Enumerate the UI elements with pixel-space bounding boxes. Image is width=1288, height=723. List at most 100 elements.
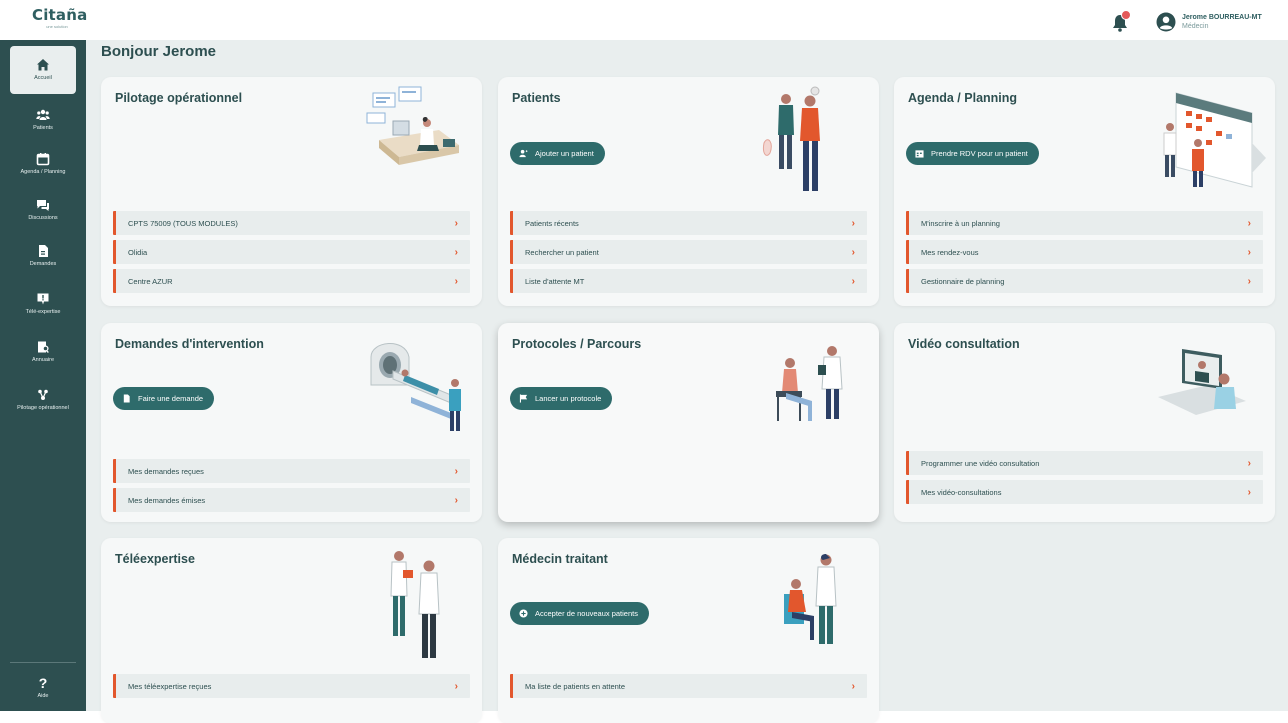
calendar-icon [36,153,50,166]
card-demandes: Demandes d'intervention Faire une demand… [101,323,482,522]
card-protocoles: Protocoles / Parcours Lancer un protocol… [498,323,879,522]
link-rechercher-patient[interactable]: Rechercher un patient › [510,240,867,264]
video-call-illustration-icon [1158,349,1246,415]
link-liste-attente-mt[interactable]: Liste d'attente MT › [510,269,867,293]
link-list: Mes téléexpertise reçues › [113,674,470,703]
sidebar-item-pilotage[interactable]: Pilotage opérationnel [10,376,76,424]
main-content: Bonjour Jerome Pilotage opérationnel CPT… [86,40,1288,723]
card-title: Protocoles / Parcours [512,337,642,351]
chevron-right-icon: › [851,680,855,692]
link-list: Ma liste de patients en attente › [510,674,867,703]
link-label: Mes demandes reçues [128,466,204,476]
help-icon: ? [38,675,48,691]
document-icon [123,394,130,403]
directory-icon [38,341,49,353]
card-title: Vidéo consultation [908,337,1020,351]
sidebar-item-demandes[interactable]: Demandes [10,232,76,280]
patients-illustration-icon [763,86,820,191]
link-label: Patients récents [525,218,579,228]
link-demandes-emises[interactable]: Mes demandes émises › [113,488,470,512]
card-title: Médecin traitant [512,552,608,566]
notification-button[interactable] [1112,10,1131,32]
link-mes-video-consultations[interactable]: Mes vidéo-consultations › [906,480,1263,504]
launch-protocol-button[interactable]: Lancer un protocole [510,387,613,410]
sidebar-item-accueil[interactable]: Accueil [10,46,76,94]
make-request-button[interactable]: Faire une demande [113,387,215,410]
link-cpts[interactable]: CPTS 75009 (TOUS MODULES) › [113,211,470,235]
link-olidia[interactable]: Olidia › [113,240,470,264]
link-patients-recents[interactable]: Patients récents › [510,211,867,235]
link-mes-rendez-vous[interactable]: Mes rendez-vous › [906,240,1263,264]
sidebar-item-label: Patients [33,125,53,131]
sidebar-item-discussions[interactable]: Discussions [10,186,76,234]
consultation-illustration-icon [776,346,843,421]
chevron-right-icon: › [1247,457,1251,469]
chat-icon [37,200,49,211]
card-title: Téléexpertise [115,552,195,566]
sidebar-item-agenda[interactable]: Agenda / Planning [10,140,76,188]
calendar-icon [915,150,924,158]
link-programmer-video[interactable]: Programmer une vidéo consultation › [906,451,1263,475]
patients-icon [36,109,50,120]
sidebar-item-teleexpertise[interactable]: Télé-expertise [10,280,76,328]
card-title: Patients [512,91,561,105]
document-icon [39,245,48,257]
chevron-right-icon: › [454,217,458,229]
link-label: M'inscrire à un planning [921,218,1000,228]
user-menu[interactable]: Jerome BOURREAU-MT Médecin [1156,10,1262,34]
link-label: Mes rendez-vous [921,247,979,257]
card-teleexpertise: Téléexpertise Mes téléexpertise reçues › [101,538,482,723]
user-avatar-icon [1156,12,1176,32]
sidebar: Accueil Patients Agenda / Planning Discu… [0,40,86,711]
chevron-right-icon: › [454,680,458,692]
add-patient-button[interactable]: Ajouter un patient [510,142,605,165]
logo-subtext: une solution [46,24,68,29]
doctors-illustration-icon [390,551,440,658]
card-patients: Patients Ajouter un patient Patients réc… [498,77,879,306]
card-agenda: Agenda / Planning Prendre RDV pour un pa… [894,77,1275,306]
book-appointment-button[interactable]: Prendre RDV pour un patient [906,142,1039,165]
link-teleexpertise-recues[interactable]: Mes téléexpertise reçues › [113,674,470,698]
sidebar-item-patients[interactable]: Patients [10,96,76,144]
sidebar-divider [10,662,76,663]
button-label: Lancer un protocole [535,394,602,403]
link-gestionnaire-planning[interactable]: Gestionnaire de planning › [906,269,1263,293]
logo-text: Citaña [32,6,88,24]
link-label: Rechercher un patient [525,247,599,257]
chevron-right-icon: › [851,275,855,287]
link-list: Programmer une vidéo consultation › Mes v… [906,451,1263,509]
chevron-right-icon: › [454,465,458,477]
mri-scanner-illustration-icon [370,343,461,431]
notification-badge [1121,10,1131,20]
button-label: Ajouter un patient [535,149,594,158]
link-label: Gestionnaire de planning [921,276,1005,286]
pilotage-icon [38,389,48,400]
link-inscrire-planning[interactable]: M'inscrire à un planning › [906,211,1263,235]
link-centre-azur[interactable]: Centre AZUR › [113,269,470,293]
link-patients-en-attente[interactable]: Ma liste de patients en attente › [510,674,867,698]
link-label: CPTS 75009 (TOUS MODULES) [128,218,238,228]
card-video: Vidéo consultation Programmer une vidéo … [894,323,1275,522]
page-title: Bonjour Jerome [101,43,217,60]
accept-new-patients-button[interactable]: Accepter de nouveaux patients [510,602,649,625]
link-label: Mes demandes émises [128,495,206,505]
user-role: Médecin [1182,23,1209,30]
sidebar-item-label: Agenda / Planning [20,169,66,175]
chevron-right-icon: › [851,246,855,258]
office-desk-illustration-icon [366,86,459,165]
sidebar-item-aide[interactable]: ? Aide [10,668,76,708]
card-medecin: Médecin traitant Accepter de nouveaux pa… [498,538,879,723]
link-label: Ma liste de patients en attente [525,681,626,691]
link-demandes-recues[interactable]: Mes demandes reçues › [113,459,470,483]
link-list: Patients récents › Rechercher un patient ›… [510,211,867,298]
link-label: Mes vidéo-consultations [921,487,1002,497]
link-list: CPTS 75009 (TOUS MODULES) › Olidia › Centr… [113,211,470,298]
sidebar-item-label: Demandes [29,261,57,267]
app-logo[interactable]: Citaña une solution [32,6,88,36]
add-user-icon [519,149,528,158]
button-label: Prendre RDV pour un patient [931,149,1028,158]
doctor-patient-illustration-icon [784,554,837,644]
sidebar-item-annuaire[interactable]: Annuaire [10,328,76,376]
card-title: Agenda / Planning [908,91,1018,105]
plus-circle-icon [519,609,528,618]
